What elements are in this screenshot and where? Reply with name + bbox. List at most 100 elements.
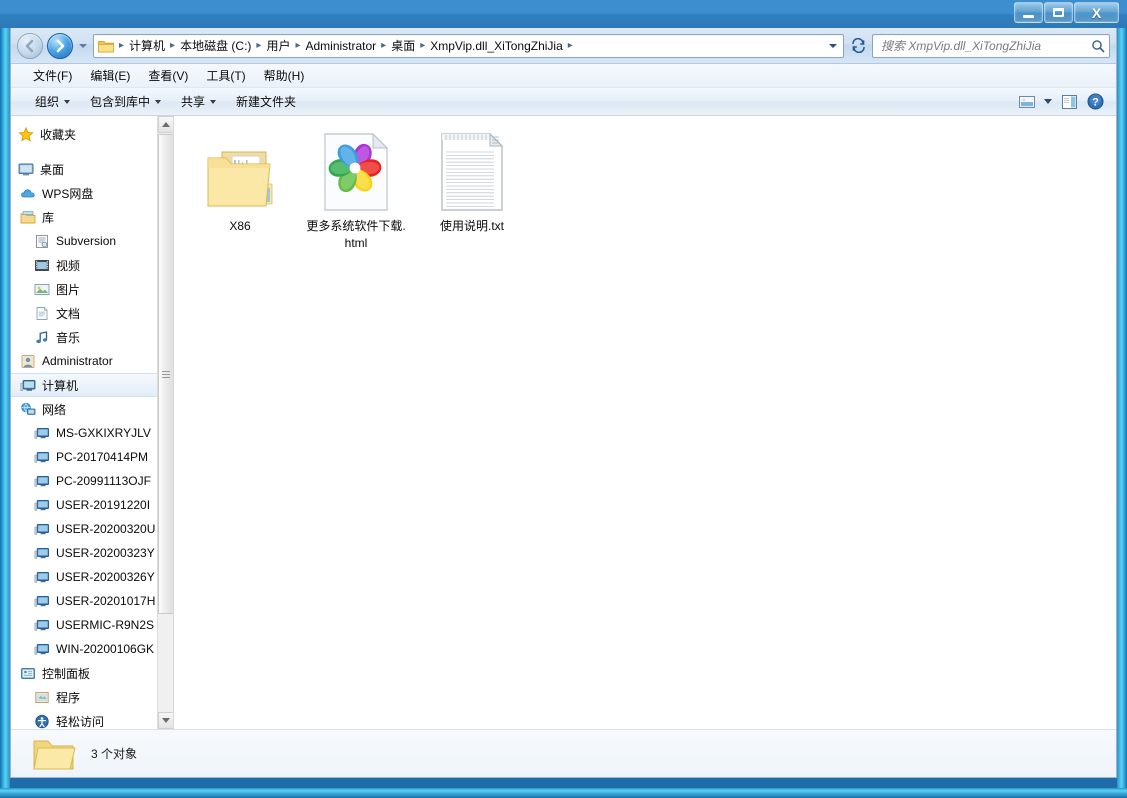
minimize-button[interactable] (1014, 2, 1043, 23)
breadcrumb-separator: ▸ (295, 40, 301, 51)
search-placeholder: 搜索 XmpVip.dll_XiTongZhiJia (881, 39, 1042, 53)
file-item-label: X86 (229, 219, 251, 233)
sidebar-item-12[interactable]: MS-GXKIXRYJLV (11, 421, 173, 445)
sidebar-item-1[interactable]: 桌面 (11, 157, 173, 181)
subversion-icon (33, 233, 51, 249)
sidebar-item-17[interactable]: USER-20200323Y (11, 541, 173, 565)
client-area: ▸ 计算机 ▸ 本地磁盘 (C:) ▸ 用户 ▸ Administrator ▸… (10, 28, 1117, 778)
sidebar-item-19[interactable]: USER-20201017H (11, 589, 173, 613)
file-item-label: 更多系统软件下载.html (306, 219, 406, 250)
breadcrumb[interactable]: ▸ 计算机 ▸ 本地磁盘 (C:) ▸ 用户 ▸ Administrator ▸… (93, 33, 844, 58)
refresh-button[interactable] (848, 35, 868, 57)
network-computer-icon (33, 641, 51, 657)
sidebar-item-15[interactable]: USER-20191220I (11, 493, 173, 517)
menu-view[interactable]: 查看(V) (140, 65, 196, 86)
preview-pane-button[interactable] (1056, 91, 1082, 113)
share-label: 共享 (181, 95, 206, 109)
help-button[interactable]: ? (1082, 91, 1108, 113)
explorer-body: 收藏夹桌面 WPS网盘库 Subversion 视频 图片 文档音乐 Administrat… (11, 116, 1116, 729)
network-computer-icon (33, 617, 51, 633)
menu-file[interactable]: 文件(F) (25, 65, 80, 86)
breadcrumb-item-4[interactable]: 桌面 (387, 35, 419, 56)
sidebar-item-8[interactable]: 音乐 (11, 325, 173, 349)
sidebar-item-22[interactable]: 控制面板 (11, 661, 173, 685)
programs-icon (33, 689, 51, 705)
sidebar-item-label: USERMIC-R9N2S (56, 618, 155, 632)
share-button[interactable]: 共享 (171, 90, 226, 113)
sidebar-item-9[interactable]: Administrator (11, 349, 173, 373)
breadcrumb-item-5[interactable]: XmpVip.dll_XiTongZhiJia (426, 37, 567, 55)
history-dropdown-button[interactable] (77, 36, 89, 56)
navigation-scrollbar[interactable] (157, 116, 173, 729)
organize-button[interactable]: 组织 (25, 90, 80, 113)
menu-help[interactable]: 帮助(H) (256, 65, 313, 86)
music-icon (33, 329, 51, 345)
sidebar-item-7[interactable]: 文档 (11, 301, 173, 325)
new-folder-button[interactable]: 新建文件夹 (226, 90, 306, 113)
scrollbar-thumb[interactable] (158, 134, 173, 614)
close-button[interactable]: X (1074, 2, 1119, 23)
menu-tools[interactable]: 工具(T) (198, 65, 253, 86)
file-list-pane[interactable]: X86 更多系统软件下载.html 使用说明.txt (174, 116, 1116, 729)
status-bar: 3 个对象 (11, 729, 1116, 777)
include-in-library-button[interactable]: 包含到库中 (80, 90, 171, 113)
sidebar-item-23[interactable]: 程序 (11, 685, 173, 709)
folder-large-icon (31, 734, 77, 774)
sidebar-item-5[interactable]: 视频 (11, 253, 173, 277)
sidebar-item-3[interactable]: 库 (11, 205, 173, 229)
view-mode-dropdown-button[interactable] (1040, 91, 1056, 113)
sidebar-item-10[interactable]: 计算机 (11, 373, 173, 397)
sidebar-item-18[interactable]: USER-20200326Y (11, 565, 173, 589)
sidebar-item-2[interactable]: WPS网盘 (11, 181, 173, 205)
breadcrumb-item-2[interactable]: 用户 (262, 35, 294, 56)
file-item[interactable]: X86 (182, 130, 298, 252)
sidebar-item-4[interactable]: Subversion (11, 229, 173, 253)
search-input[interactable]: 搜索 XmpVip.dll_XiTongZhiJia (872, 33, 1110, 58)
scroll-down-button[interactable] (158, 712, 173, 729)
maximize-button[interactable] (1044, 2, 1073, 23)
organize-label: 组织 (35, 95, 60, 109)
star-icon (17, 126, 35, 142)
search-icon (1092, 39, 1105, 52)
file-item[interactable]: 更多系统软件下载.html (298, 130, 414, 252)
sidebar-item-0[interactable]: 收藏夹 (11, 122, 173, 146)
cloud-icon (19, 185, 37, 201)
sidebar-item-21[interactable]: WIN-20200106GK (11, 637, 173, 661)
sidebar-item-11[interactable]: 网络 (11, 397, 173, 421)
breadcrumb-item-3[interactable]: Administrator (301, 37, 380, 55)
breadcrumb-dropdown-button[interactable] (825, 43, 841, 48)
folder-icon (207, 151, 273, 207)
breadcrumb-item-1[interactable]: 本地磁盘 (C:) (176, 35, 255, 56)
sidebar-item-20[interactable]: USERMIC-R9N2S (11, 613, 173, 637)
sidebar-item-label: 收藏夹 (40, 127, 77, 142)
sidebar-item-label: USER-20200320U (56, 522, 156, 536)
file-items: X86 更多系统软件下载.html 使用说明.txt (182, 130, 1116, 252)
title-bar: X (0, 0, 1127, 28)
sidebar-item-16[interactable]: USER-20200320U (11, 517, 173, 541)
network-computer-icon (33, 521, 51, 537)
sidebar-item-14[interactable]: PC-20991113OJF (11, 469, 173, 493)
view-mode-button[interactable] (1014, 91, 1040, 113)
chevron-down-icon (162, 718, 170, 723)
breadcrumb-separator: ▸ (381, 40, 387, 51)
network-computer-icon (33, 593, 51, 609)
scroll-up-button[interactable] (158, 116, 173, 133)
sidebar-item-24[interactable]: 轻松访问 (11, 709, 173, 729)
sidebar-item-label: 音乐 (56, 330, 81, 345)
menu-edit[interactable]: 编辑(E) (82, 65, 138, 86)
folder-icon (195, 134, 285, 212)
chevron-down-icon (210, 99, 217, 104)
sidebar-item-label: 轻松访问 (56, 714, 105, 729)
sidebar-item-label: PC-20170414PM (56, 450, 149, 464)
window-border-right (1117, 0, 1127, 798)
sidebar-item-label: PC-20991113OJF (56, 474, 151, 488)
forward-button[interactable] (47, 32, 73, 59)
back-button[interactable] (17, 32, 43, 59)
sidebar-item-13[interactable]: PC-20170414PM (11, 445, 173, 469)
network-computer-icon (33, 569, 51, 585)
sidebar-item-label: MS-GXKIXRYJLV (56, 426, 151, 440)
file-item[interactable]: 使用说明.txt (414, 130, 530, 252)
file-item-label: 使用说明.txt (439, 219, 504, 233)
sidebar-item-6[interactable]: 图片 (11, 277, 173, 301)
breadcrumb-item-0[interactable]: 计算机 (125, 35, 169, 56)
